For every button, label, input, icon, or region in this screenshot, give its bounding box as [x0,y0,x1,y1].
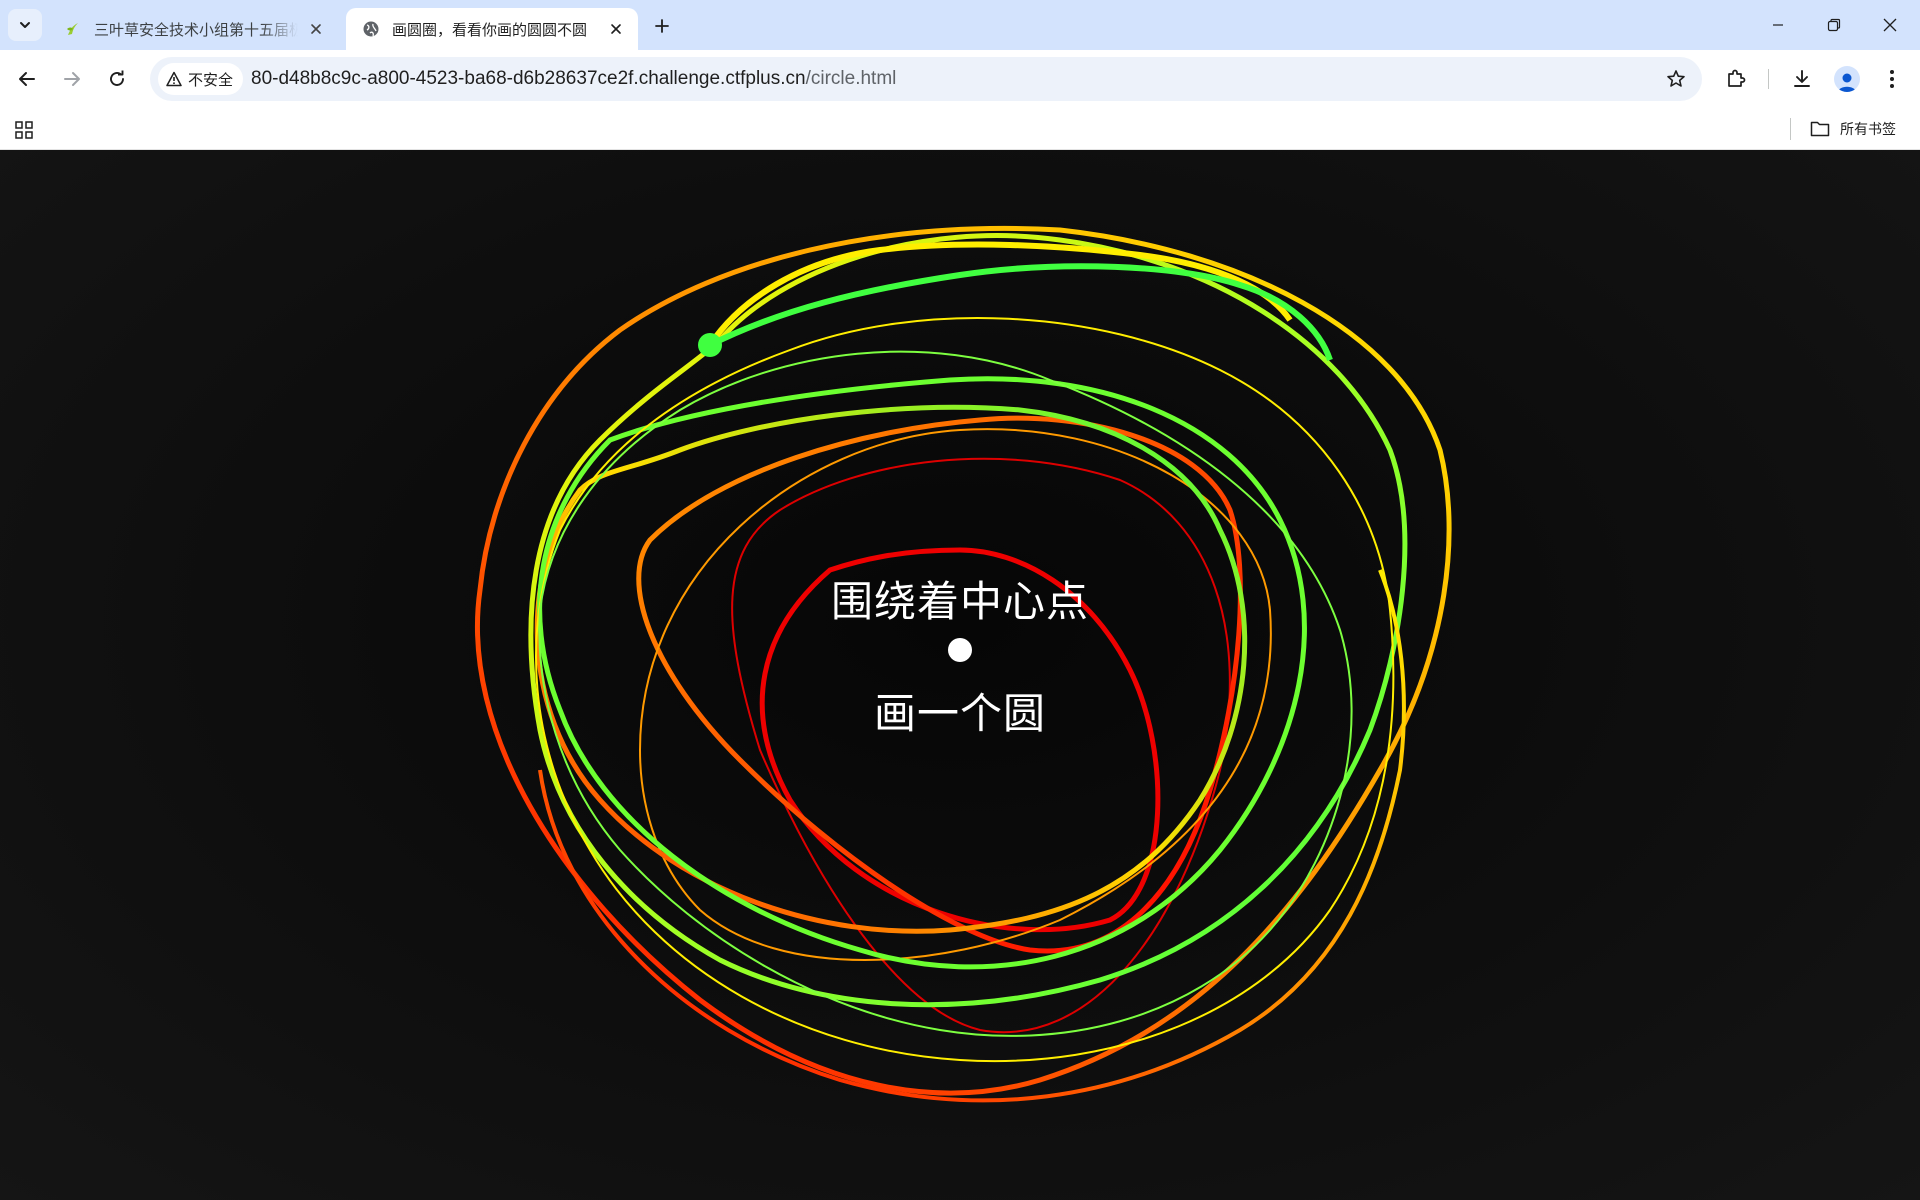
browser-toolbar: 不安全 80-d48b8c9c-a800-4523-ba68-d6b28637c… [0,50,1920,108]
new-tab-button[interactable] [648,12,676,40]
person-icon [1838,73,1856,92]
minimize-button[interactable] [1750,0,1806,50]
puzzle-icon [1728,69,1746,87]
close-window-button[interactable] [1862,0,1918,50]
stroke-start-point [698,333,722,357]
security-indicator[interactable]: 不安全 [158,63,244,95]
security-label: 不安全 [188,71,234,89]
reload-button[interactable] [99,61,135,97]
reload-icon [110,70,124,86]
stroke-path [534,404,1248,934]
bookmark-star-button[interactable] [1662,65,1690,93]
drawing-canvas[interactable]: 围绕着中心点 画一个圆 [0,150,1920,1200]
avatar [1834,66,1860,92]
warning-icon [166,71,182,87]
extensions-button[interactable] [1718,61,1754,97]
downloads-button[interactable] [1784,61,1820,97]
profile-button[interactable] [1829,61,1865,97]
toolbar-divider [1768,69,1769,89]
tab-title: 三叶草安全技术小组第十五届极 [94,21,298,39]
all-bookmarks-button[interactable]: 所有书签 [1810,116,1896,142]
menu-button[interactable] [1874,61,1910,97]
apps-grid-icon [15,121,33,139]
arrow-right-icon [64,72,80,86]
address-bar[interactable]: 不安全 80-d48b8c9c-a800-4523-ba68-d6b28637c… [150,57,1702,101]
minimize-icon [1773,24,1783,26]
tab-title: 画圆圈，看看你画的圆圆不圆 [392,21,588,39]
restore-button[interactable] [1806,0,1862,50]
star-icon [1667,70,1685,87]
bookmarks-divider [1790,118,1791,140]
prompt-text-bottom: 画一个圆 [873,689,1046,738]
clover-icon [64,20,82,38]
prompt-text-top: 围绕着中心点 [830,577,1089,626]
tab-sanye[interactable]: 三叶草安全技术小组第十五届极 [48,8,338,50]
close-icon[interactable] [606,19,626,39]
arrow-left-icon [19,72,35,86]
globe-icon [362,20,380,38]
plus-icon [655,19,669,33]
url-text[interactable]: 80-d48b8c9c-a800-4523-ba68-d6b28637ce2f.… [251,57,896,101]
tab-search-button[interactable] [8,9,42,41]
tab-strip: 三叶草安全技术小组第十五届极 画圆圈，看看你画的圆圆不圆 [0,0,1920,50]
folder-icon [1810,121,1830,137]
back-button[interactable] [9,61,45,97]
center-point [948,638,972,662]
bookmarks-bar: 所有书签 [0,108,1920,150]
chevron-down-icon [20,22,30,28]
scribble-strokes [474,225,1452,1103]
stroke-path [537,376,1307,970]
close-icon[interactable] [306,19,326,39]
all-bookmarks-label: 所有书签 [1840,121,1896,137]
tab-circle[interactable]: 画圆圈，看看你画的圆圆不圆 [346,8,638,50]
restore-icon [1827,18,1841,32]
apps-button[interactable] [11,117,37,143]
url-path: /circle.html [805,68,897,89]
url-host: 80-d48b8c9c-a800-4523-ba68-d6b28637ce2f.… [251,68,806,89]
download-icon [1794,70,1810,87]
forward-button[interactable] [54,61,90,97]
close-icon [1883,18,1897,32]
more-vert-icon [1890,70,1894,88]
